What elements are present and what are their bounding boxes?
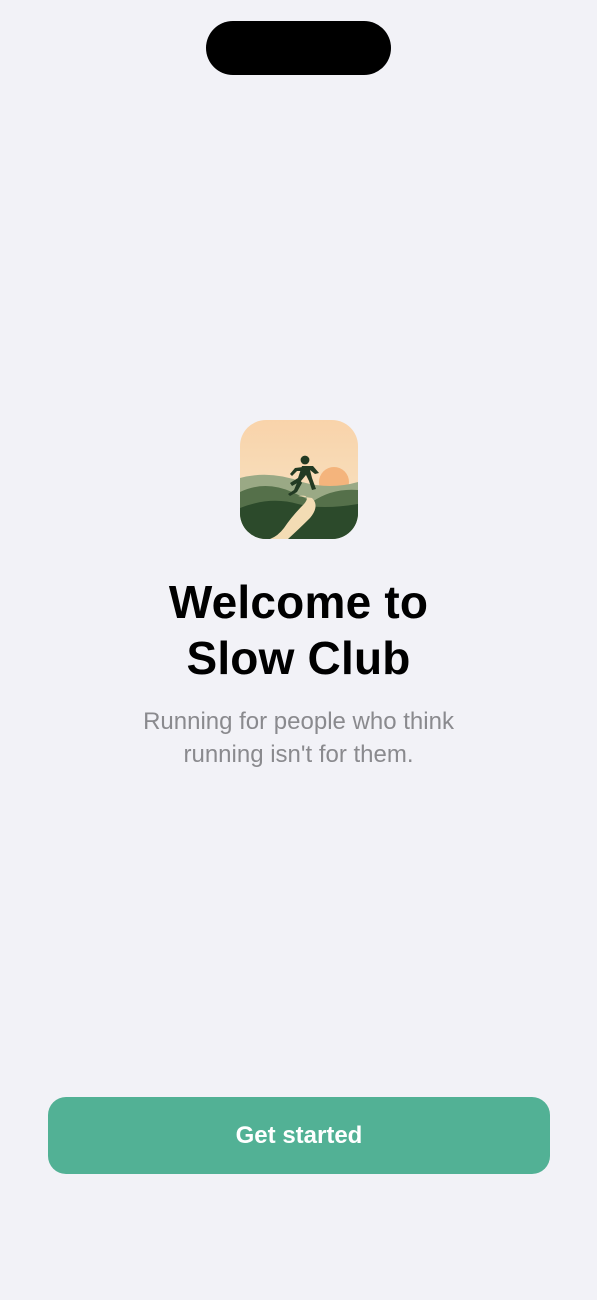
get-started-button[interactable]: Get started	[48, 1097, 550, 1174]
dynamic-island	[206, 21, 391, 75]
welcome-title-line-1: Welcome to	[168, 576, 429, 628]
welcome-title-line-2: Slow Club	[186, 632, 411, 684]
welcome-subtitle: Running for people who think running isn…	[0, 705, 597, 771]
welcome-subtitle-line-2: running isn't for them.	[183, 741, 414, 768]
welcome-subtitle-line-1: Running for people who think	[143, 708, 454, 735]
app-logo-icon	[240, 420, 358, 539]
welcome-title: Welcome to Slow Club	[0, 574, 597, 686]
